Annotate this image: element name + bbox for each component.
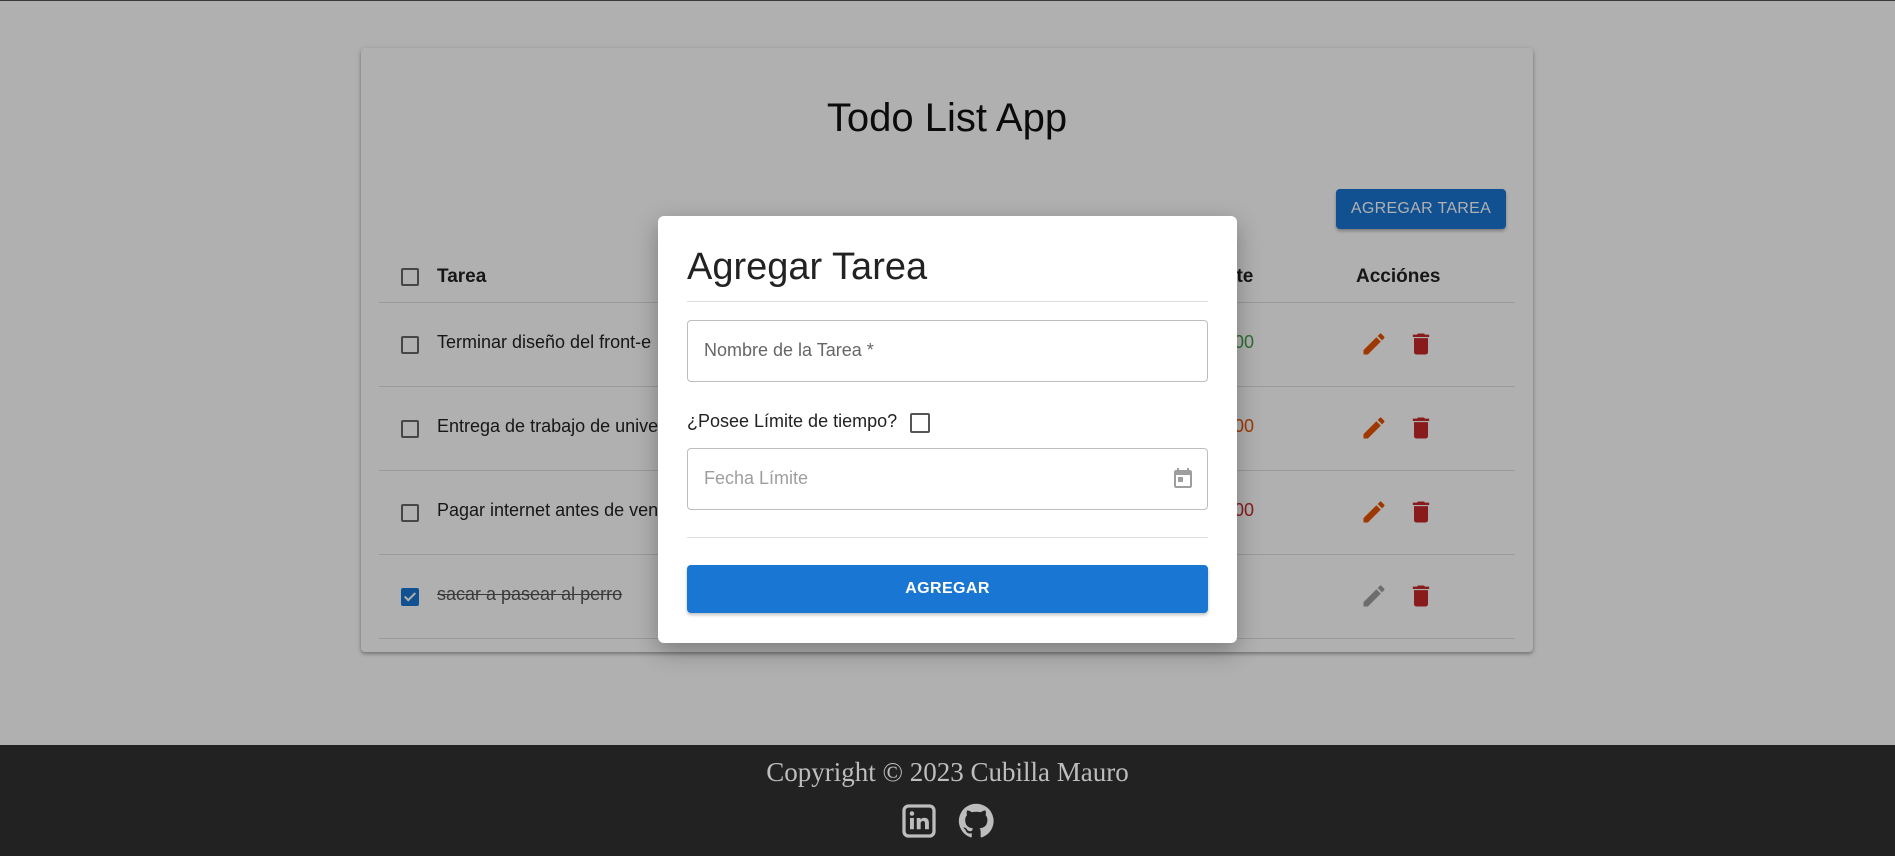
dialog-divider [687, 301, 1208, 302]
due-date-field[interactable]: Fecha Límite [687, 448, 1208, 510]
time-limit-label: ¿Posee Límite de tiempo? [687, 411, 898, 431]
dialog-title: Agregar Tarea [687, 246, 928, 288]
dialog-divider [687, 537, 1208, 538]
task-name-field[interactable]: Nombre de la Tarea * [687, 320, 1208, 382]
github-icon[interactable] [958, 803, 994, 839]
calendar-icon[interactable] [1171, 466, 1195, 492]
submit-task-button[interactable]: AGREGAR [687, 565, 1208, 613]
footer: Copyright © 2023 Cubilla Mauro [0, 745, 1895, 856]
linkedin-icon[interactable] [901, 803, 937, 839]
task-name-label: Nombre de la Tarea * [704, 340, 874, 360]
due-date-placeholder: Fecha Límite [704, 468, 809, 488]
time-limit-checkbox[interactable] [910, 413, 930, 433]
add-task-dialog: Agregar Tarea Nombre de la Tarea * ¿Pose… [658, 216, 1237, 643]
copyright-text: Copyright © 2023 Cubilla Mauro [766, 757, 1129, 787]
